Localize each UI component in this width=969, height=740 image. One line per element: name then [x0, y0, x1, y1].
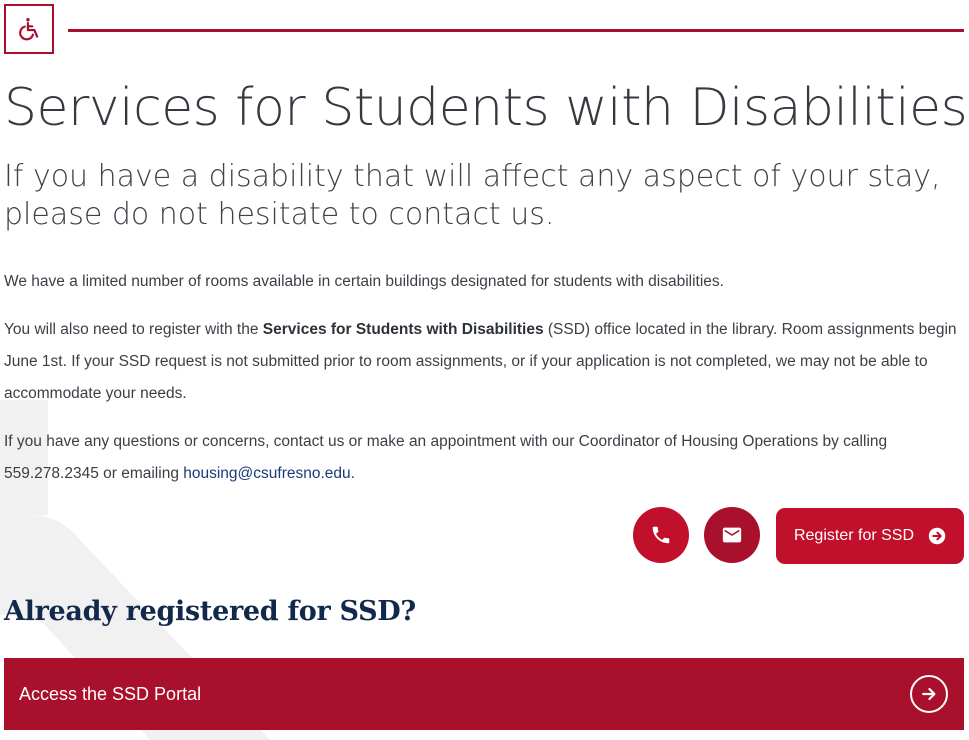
- register-ssd-button[interactable]: Register for SSD: [776, 508, 964, 564]
- paragraph-contact-text: If you have any questions or concerns, c…: [4, 433, 888, 482]
- paragraph-rooms: We have a limited number of rooms availa…: [4, 273, 724, 290]
- phone-icon: [652, 526, 670, 544]
- paragraph-contact: If you have any questions or concerns, c…: [4, 426, 959, 490]
- header-divider: [68, 29, 964, 32]
- register-ssd-label: Register for SSD: [793, 527, 915, 544]
- email-button[interactable]: [704, 507, 760, 563]
- ssd-office-name: Services for Students with Disabilities: [262, 321, 544, 338]
- phone-button[interactable]: [633, 507, 689, 563]
- ssd-portal-link[interactable]: Access the SSD Portal: [4, 658, 964, 730]
- page-subtitle: If you have a disability that will affec…: [4, 159, 941, 232]
- accessibility-icon-box: [4, 4, 54, 54]
- envelope-icon: [722, 527, 742, 543]
- wheelchair-icon: [19, 18, 39, 41]
- paragraph-register-text-a: You will also need to register with the: [4, 321, 263, 338]
- paragraph-register: You will also need to register with the …: [4, 314, 959, 410]
- paragraph-contact-period: .: [350, 465, 355, 482]
- ssd-portal-label: Access the SSD Portal: [19, 683, 202, 704]
- arrow-circle-right-icon: [910, 675, 948, 713]
- housing-email-link[interactable]: housing@csufresno.edu: [183, 465, 350, 482]
- arrow-circle-right-icon: [928, 527, 946, 545]
- page-title: Services for Students with Disabilities: [4, 78, 968, 138]
- already-registered-heading: Already registered for SSD?: [4, 596, 416, 627]
